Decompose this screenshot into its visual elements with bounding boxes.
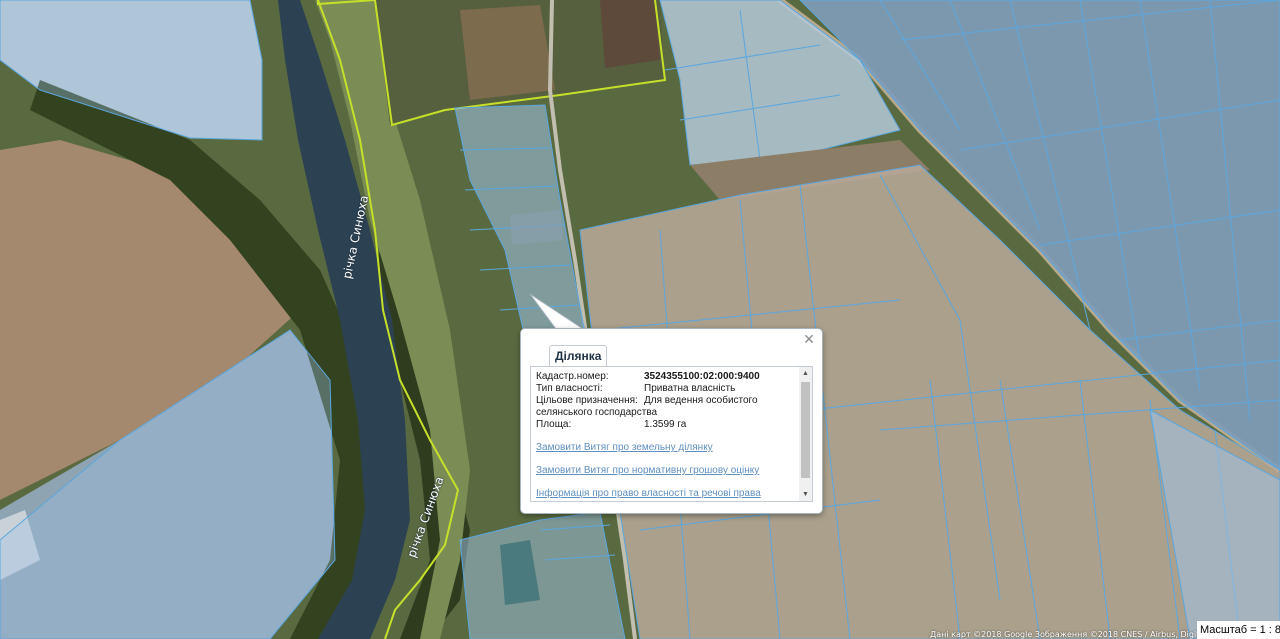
order-parcel-extract-link[interactable]: Замовити Витяг про земельну ділянку [536,442,761,465]
attribute-label: Тип власності: [536,383,603,394]
scrollbar-thumb[interactable] [801,382,810,478]
attribute-label: Кадастр.номер: [536,371,609,382]
attribute-row-area: Площа: 1.3599 га [536,419,798,431]
tab-parcel[interactable]: Ділянка [549,345,608,366]
scroll-up-icon[interactable]: ▲ [799,367,812,380]
ownership-type: Приватна власність [644,383,736,394]
garden-plots [460,5,555,100]
attribute-label: Площа: [536,419,572,430]
parcel-area: 1.3599 га [644,419,687,430]
attribute-row-ownership: Тип власності: Приватна власність [536,383,798,395]
attribute-row-purpose-cont: селянського господарства [536,407,798,419]
popup-pointer [529,293,585,330]
popup-content: Кадастр.номер: 3524355100:02:000:9400 Ти… [530,366,813,502]
land-purpose-continued: селянського господарства [536,407,658,418]
map-attribution: Дані карт ©2018 Google Зображення ©2018 … [930,630,1230,639]
land-purpose: Для ведення особистого [644,395,758,406]
attribute-row-cadastral: Кадастр.номер: 3524355100:02:000:9400 [536,371,798,383]
scroll-down-icon[interactable]: ▼ [799,488,812,501]
attribute-row-purpose: Цільове призначення: Для ведення особист… [536,395,798,407]
garden-plots-2 [600,0,660,68]
cadastral-number: 3524355100:02:000:9400 [644,371,760,382]
popup-scrollbar[interactable]: ▲ ▼ [799,367,812,501]
map-scale: Масштаб = 1 : 853 [1197,621,1280,639]
satellite-map[interactable] [0,0,1280,639]
order-valuation-extract-link[interactable]: Замовити Витяг про нормативну грошову оц… [536,465,761,488]
parcel-info-popup: ✕ Ділянка Кадастр.номер: 3524355100:02:0… [520,328,823,514]
close-icon[interactable]: ✕ [802,332,816,346]
parcel-attributes: Кадастр.номер: 3524355100:02:000:9400 Ти… [536,371,798,431]
ownership-info-link[interactable]: Інформація про право власності та речові… [536,488,761,501]
popup-links: Замовити Витяг про земельну ділянку Замо… [536,442,761,501]
attribute-label: Цільове призначення: [536,395,638,406]
